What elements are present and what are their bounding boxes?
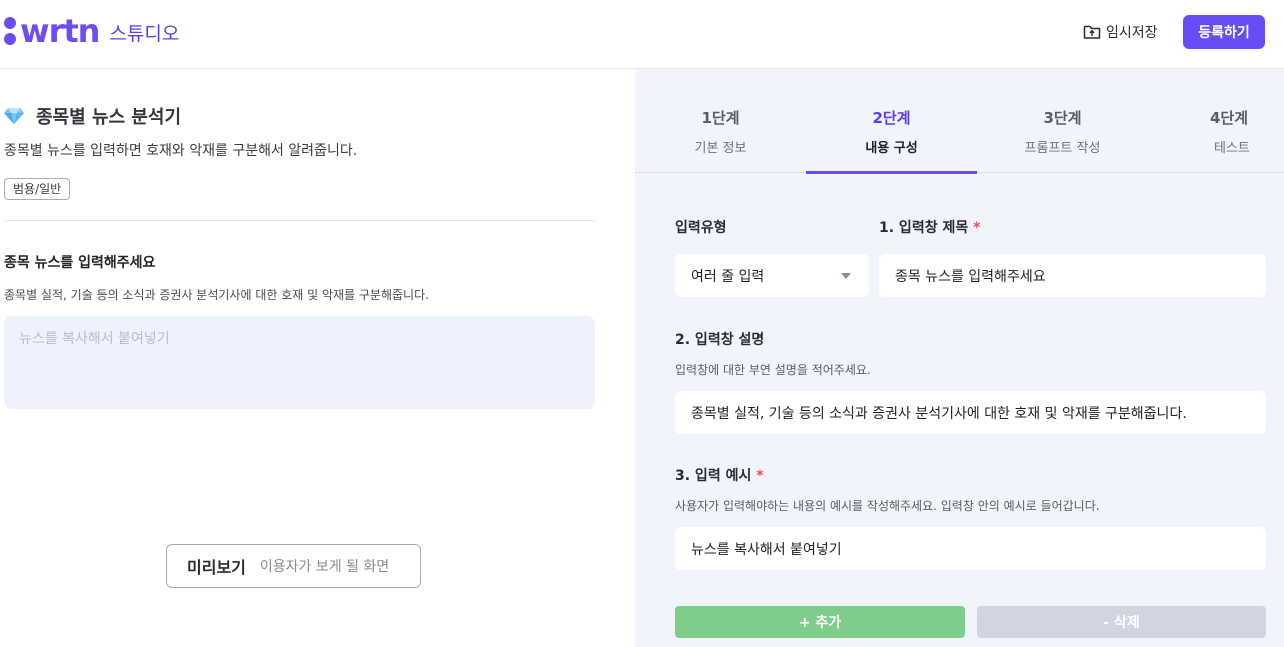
step-label: 프롬프트 작성 [1024,141,1101,156]
example-field-hint: 사용자가 입력해야하는 내용의 예시를 작성해주세요. 입력창 안의 예시로 들… [675,499,1100,513]
gem-icon [4,108,24,124]
description-field-hint: 입력창에 대한 부연 설명을 적어주세요. [675,363,871,377]
chevron-down-icon [841,273,851,279]
example-field-label: 3. 입력 예시 * [675,465,764,485]
bot-description: 종목별 뉴스를 입력하면 호재와 악재를 구분해서 알려줍니다. [4,143,358,159]
title-input[interactable]: 종목 뉴스를 입력해주세요 [879,254,1266,297]
studio-label: 스튜디오 [109,22,180,45]
required-mark: * [756,468,764,484]
top-header: wrtn 스튜디오 임시저장 등록하기 [0,0,1284,69]
preview-button[interactable]: 미리보기 이용자가 보게 될 화면 [166,544,421,588]
register-button[interactable]: 등록하기 [1183,15,1265,49]
step-number: 3단계 [1043,109,1082,127]
preview-button-label: 미리보기 [187,558,246,577]
logo-text: wrtn [20,12,100,50]
wrtn-logo[interactable]: wrtn 스튜디오 [4,14,179,48]
input-type-select[interactable]: 여러 줄 입력 [675,254,869,297]
preview-field-description: 종목별 실적, 기술 등의 소식과 증권사 분석기사에 대한 호재 및 악재를 … [4,288,429,302]
title-field-label: 1. 입력창 제목 * [879,217,980,237]
delete-field-button[interactable]: - 삭제 [977,606,1266,638]
required-mark: * [973,220,981,236]
description-input[interactable]: 종목별 실적, 기술 등의 소식과 증권사 분석기사에 대한 호재 및 악재를 … [675,391,1266,434]
example-input[interactable]: 뉴스를 복사해서 붙여넣기 [675,527,1266,570]
divider [4,220,596,221]
step-number: 4단계 [1210,109,1249,127]
active-tab-indicator [806,171,977,174]
tab-step-3[interactable]: 3단계 프롬프트 작성 [977,69,1148,173]
bot-title-row: 종목별 뉴스 분석기 [4,103,181,129]
tab-step-2[interactable]: 2단계 내용 구성 [806,69,977,174]
title-field-label-text: 1. 입력창 제목 [879,220,969,236]
step-tabs: 1단계 기본 정보 2단계 내용 구성 3단계 프롬프트 작성 4단계 테스트 [635,69,1284,174]
step-number: 2단계 [872,109,911,127]
temp-save-button[interactable]: 임시저장 [1083,20,1158,44]
category-tag: 범용/일반 [4,178,71,200]
preview-field-title: 종목 뉴스를 입력해주세요 [4,255,156,271]
add-field-button[interactable]: + 추가 [675,606,965,638]
preview-button-sublabel: 이용자가 보게 될 화면 [259,559,390,575]
tab-step-1[interactable]: 1단계 기본 정보 [635,69,806,173]
temp-save-label: 임시저장 [1106,25,1158,41]
editor-panel: 1단계 기본 정보 2단계 내용 구성 3단계 프롬프트 작성 4단계 테스트 … [635,69,1284,647]
tab-step-4[interactable]: 4단계 테스트 [1148,69,1284,173]
input-type-value: 여러 줄 입력 [691,268,765,285]
description-field-label: 2. 입력창 설명 [675,332,765,348]
folder-upload-icon [1083,25,1101,39]
input-type-label: 입력유형 [675,220,727,236]
example-field-label-text: 3. 입력 예시 [675,468,752,484]
preview-input-textarea[interactable]: 뉴스를 복사해서 붙여넣기 [4,316,595,409]
step-label: 테스트 [1214,141,1250,156]
step-label: 내용 구성 [865,141,918,156]
step-label: 기본 정보 [694,141,747,156]
logo-mark-icon [4,17,16,45]
preview-panel: 종목별 뉴스 분석기 종목별 뉴스를 입력하면 호재와 악재를 구분해서 알려줍… [0,69,635,647]
bot-title: 종목별 뉴스 분석기 [36,107,182,128]
step-number: 1단계 [701,109,740,127]
